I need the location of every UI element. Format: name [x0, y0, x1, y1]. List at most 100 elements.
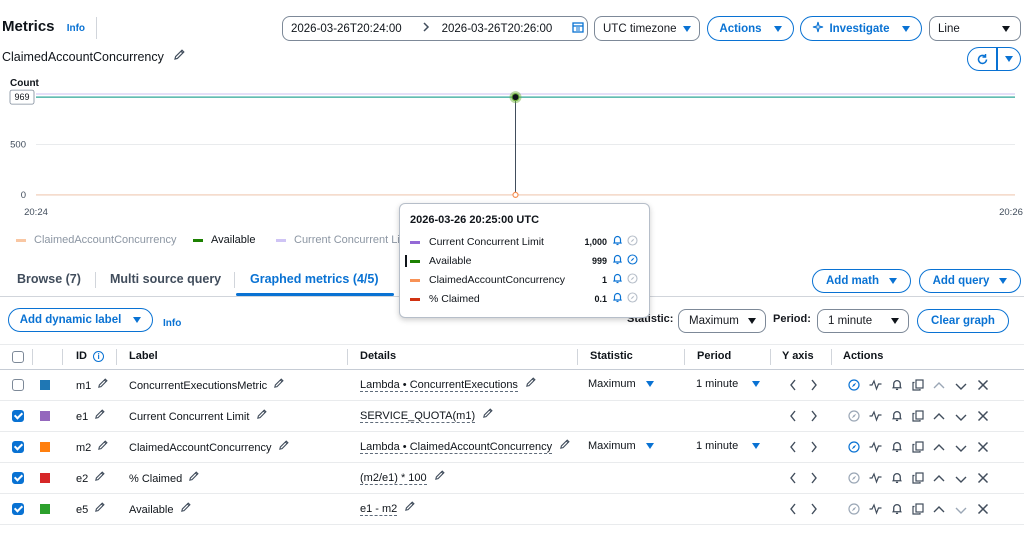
compass-icon[interactable]: [848, 441, 860, 456]
move-down-icon[interactable]: [955, 473, 967, 487]
copy-icon[interactable]: [912, 410, 924, 425]
remove-icon[interactable]: [977, 441, 989, 456]
tab-browse[interactable]: Browse (7): [17, 272, 81, 286]
series-color-swatch[interactable]: [40, 411, 50, 421]
edit-id-icon[interactable]: [97, 378, 109, 392]
legend-item-current-limit[interactable]: Current Concurrent Li: [276, 234, 400, 246]
add-query-button[interactable]: Add query: [919, 269, 1021, 293]
anomaly-detection-icon[interactable]: [869, 503, 882, 518]
compass-icon[interactable]: [848, 410, 860, 425]
period-select[interactable]: 1 minute: [817, 309, 909, 333]
compass-icon[interactable]: [848, 503, 860, 518]
series-color-swatch[interactable]: [40, 442, 50, 452]
compass-icon[interactable]: [848, 472, 860, 487]
compass-icon[interactable]: [627, 254, 638, 268]
row-checkbox[interactable]: [12, 441, 24, 453]
edit-label-icon[interactable]: [256, 409, 267, 423]
y-axis-left-icon[interactable]: [789, 441, 797, 456]
move-up-icon[interactable]: [933, 442, 945, 456]
series-color-swatch[interactable]: [40, 504, 50, 514]
copy-icon[interactable]: [912, 441, 924, 456]
bell-icon[interactable]: [612, 254, 623, 268]
refresh-icon[interactable]: [968, 53, 996, 66]
y-axis-left-icon[interactable]: [789, 410, 797, 425]
edit-details-icon[interactable]: [482, 408, 493, 422]
info-circle-icon[interactable]: i: [93, 350, 105, 362]
anomaly-detection-icon[interactable]: [869, 410, 882, 425]
info-link[interactable]: Info: [163, 318, 181, 329]
edit-label-icon[interactable]: [180, 502, 191, 516]
move-up-icon[interactable]: [933, 504, 945, 518]
statistic-select[interactable]: Maximum: [678, 309, 766, 333]
tab-multi-source-query[interactable]: Multi source query: [110, 272, 221, 286]
add-math-button[interactable]: Add math: [812, 269, 911, 293]
row-period-select[interactable]: 1 minute: [696, 440, 761, 452]
chart-type-select[interactable]: Line: [929, 16, 1021, 41]
row-checkbox[interactable]: [12, 410, 24, 422]
calendar-icon[interactable]: [572, 21, 584, 36]
move-up-icon[interactable]: [933, 380, 945, 394]
time-range-picker[interactable]: 2026-03-26T20:24:00 2026-03-26T20:26:00: [282, 16, 588, 41]
details-link[interactable]: Lambda • ClaimedAccountConcurrency: [360, 441, 553, 454]
compass-icon[interactable]: [627, 235, 638, 249]
tab-graphed-metrics[interactable]: Graphed metrics (4/5): [250, 272, 379, 286]
edit-title-icon[interactable]: [173, 49, 186, 64]
row-period-select[interactable]: 1 minute: [696, 378, 761, 390]
y-axis-right-icon[interactable]: [810, 441, 818, 456]
y-axis-right-icon[interactable]: [810, 472, 818, 487]
anomaly-detection-icon[interactable]: [869, 441, 882, 456]
bell-icon[interactable]: [891, 379, 903, 394]
metrics-chart[interactable]: Count 0 500 20:24 20:26 969: [0, 74, 1024, 224]
series-color-swatch[interactable]: [40, 380, 50, 390]
move-up-icon[interactable]: [933, 411, 945, 425]
legend-item-available[interactable]: Available: [193, 234, 255, 246]
edit-label-icon[interactable]: [188, 471, 199, 485]
copy-icon[interactable]: [912, 379, 924, 394]
edit-id-icon[interactable]: [94, 409, 105, 423]
timezone-select[interactable]: UTC timezone: [594, 16, 700, 41]
clear-graph-button[interactable]: Clear graph: [917, 309, 1009, 333]
bell-icon[interactable]: [891, 410, 903, 425]
y-axis-right-icon[interactable]: [810, 503, 818, 518]
bell-icon[interactable]: [891, 472, 903, 487]
select-all-checkbox[interactable]: [12, 351, 24, 363]
anomaly-detection-icon[interactable]: [869, 379, 882, 394]
edit-details-icon[interactable]: [559, 439, 570, 453]
row-checkbox[interactable]: [12, 472, 24, 484]
bell-icon[interactable]: [612, 292, 623, 306]
edit-details-icon[interactable]: [404, 501, 416, 515]
move-down-icon[interactable]: [955, 442, 967, 456]
y-axis-left-icon[interactable]: [789, 472, 797, 487]
remove-icon[interactable]: [977, 379, 989, 394]
details-link[interactable]: (m2/e1) * 100: [360, 472, 427, 485]
edit-details-icon[interactable]: [525, 377, 536, 391]
row-checkbox[interactable]: [12, 503, 24, 515]
series-color-swatch[interactable]: [40, 473, 50, 483]
compass-icon[interactable]: [848, 379, 860, 394]
edit-id-icon[interactable]: [97, 440, 109, 454]
bell-icon[interactable]: [891, 441, 903, 456]
y-axis-left-icon[interactable]: [789, 503, 797, 518]
move-up-icon[interactable]: [933, 473, 945, 487]
compass-icon[interactable]: [627, 292, 638, 306]
info-link[interactable]: Info: [67, 23, 85, 34]
anomaly-detection-icon[interactable]: [869, 472, 882, 487]
legend-item-claimed[interactable]: ClaimedAccountConcurrency: [16, 234, 176, 246]
remove-icon[interactable]: [977, 410, 989, 425]
row-statistic-select[interactable]: Maximum: [588, 440, 654, 452]
details-link[interactable]: e1 - m2: [360, 503, 398, 516]
bell-icon[interactable]: [612, 273, 623, 287]
y-axis-right-icon[interactable]: [810, 379, 818, 394]
bell-icon[interactable]: [612, 235, 623, 249]
edit-id-icon[interactable]: [94, 471, 105, 485]
row-checkbox[interactable]: [12, 379, 24, 391]
move-down-icon[interactable]: [955, 411, 967, 425]
actions-button[interactable]: Actions: [707, 16, 794, 41]
copy-icon[interactable]: [912, 503, 924, 518]
y-axis-left-icon[interactable]: [789, 379, 797, 394]
investigate-button[interactable]: Investigate: [800, 16, 922, 41]
edit-id-icon[interactable]: [94, 502, 105, 516]
remove-icon[interactable]: [977, 503, 989, 518]
remove-icon[interactable]: [977, 472, 989, 487]
compass-icon[interactable]: [627, 273, 638, 287]
